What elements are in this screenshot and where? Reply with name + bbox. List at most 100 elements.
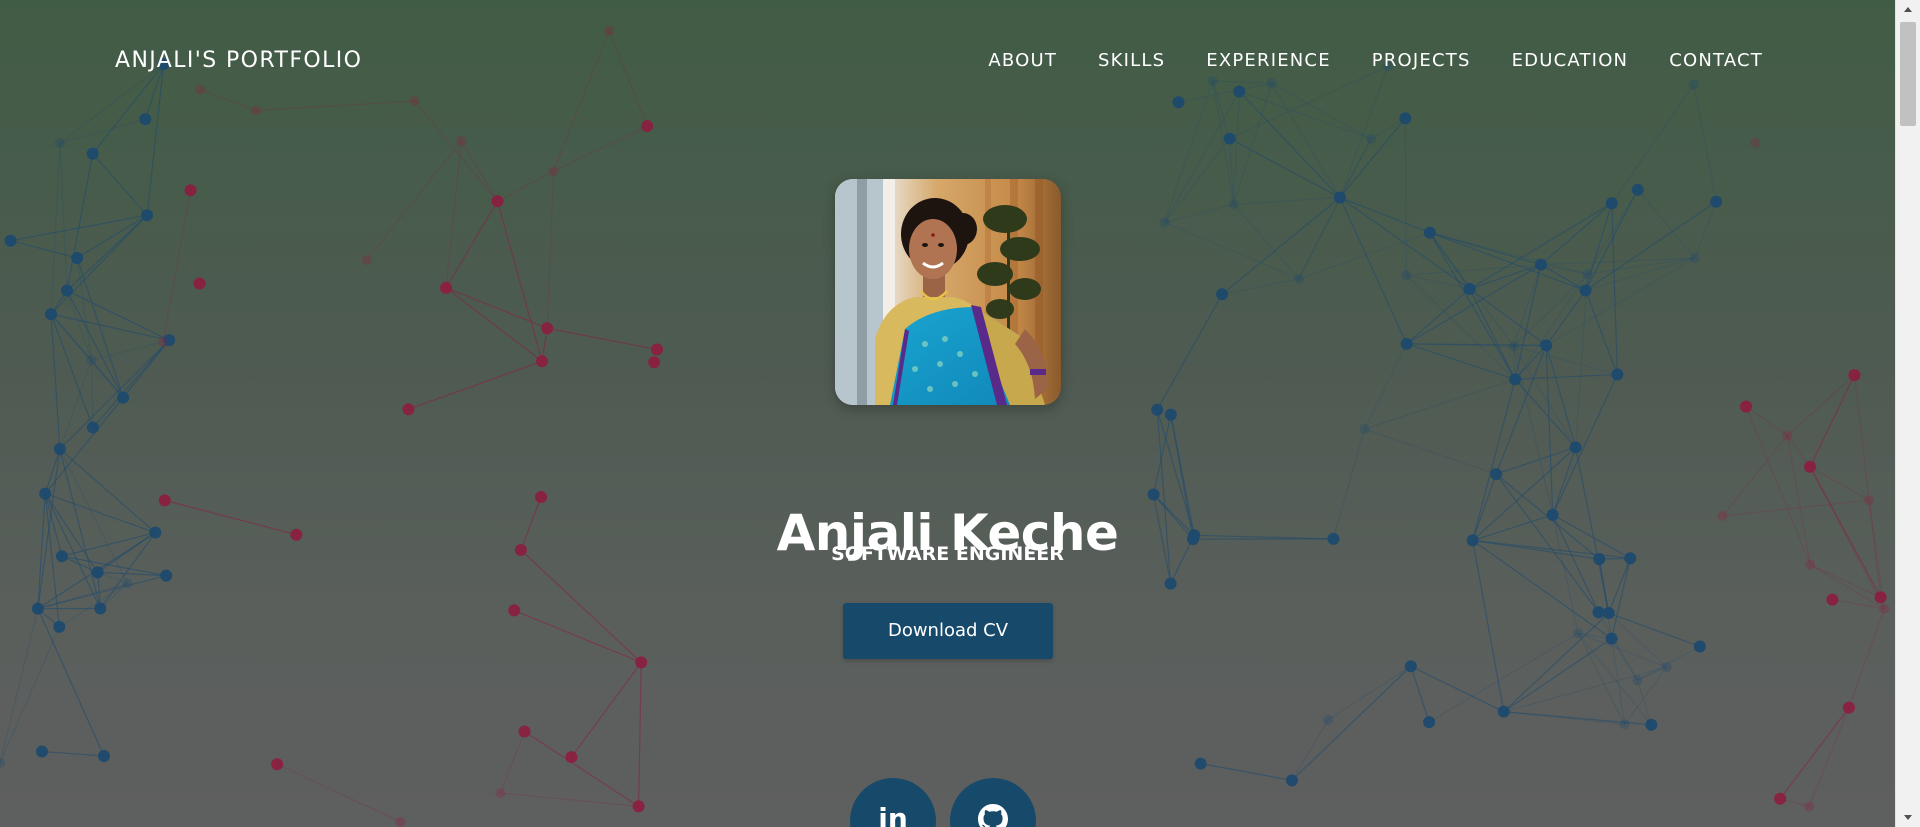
network-line	[1545, 345, 1577, 448]
network-line	[50, 313, 170, 341]
network-line	[59, 118, 146, 144]
network-node	[158, 336, 169, 347]
network-line	[1584, 290, 1618, 375]
network-line	[513, 609, 642, 663]
network-line	[1809, 374, 1856, 467]
network-node	[1164, 577, 1177, 590]
page-scrollbar[interactable]	[1895, 0, 1920, 827]
nav-projects[interactable]: PROJECTS	[1372, 49, 1471, 73]
network-node	[1540, 339, 1553, 352]
network-line	[58, 582, 128, 628]
network-node	[1365, 133, 1376, 144]
network-node	[1423, 716, 1436, 729]
network-line	[92, 339, 170, 428]
network-line	[44, 448, 61, 494]
nav-skills[interactable]: SKILLS	[1098, 49, 1165, 73]
network-node	[495, 788, 506, 799]
network-node	[548, 166, 559, 177]
network-line	[1585, 257, 1695, 292]
network-node	[1848, 369, 1861, 382]
brand-logo[interactable]: ANJALI'S PORTFOLIO	[115, 47, 362, 75]
network-line	[0, 608, 39, 764]
network-node	[1223, 132, 1236, 145]
network-node	[117, 391, 130, 404]
network-node	[1509, 373, 1522, 386]
network-line	[546, 171, 555, 329]
network-node	[1404, 660, 1417, 673]
network-node	[1605, 197, 1618, 210]
network-line	[92, 153, 148, 216]
network-line	[50, 143, 61, 315]
network-line	[91, 339, 170, 361]
network-node	[4, 234, 17, 247]
network-node	[39, 487, 52, 500]
network-line	[1429, 232, 1516, 380]
network-node	[0, 758, 6, 769]
network-node	[160, 569, 173, 582]
network-node	[122, 578, 133, 589]
network-node	[1151, 403, 1164, 416]
network-node	[1423, 226, 1436, 239]
network-node	[54, 138, 65, 149]
nav-experience[interactable]: EXPERIENCE	[1206, 49, 1331, 73]
network-line	[1233, 196, 1340, 205]
network-line	[1406, 288, 1471, 345]
network-line	[1406, 264, 1542, 345]
network-node	[1619, 719, 1630, 730]
scroll-thumb[interactable]	[1900, 22, 1916, 126]
network-node	[535, 355, 548, 368]
network-node	[141, 209, 154, 222]
network-line	[1164, 221, 1300, 280]
network-node	[361, 255, 372, 266]
download-cv-button[interactable]: Download CV	[843, 603, 1053, 659]
nav-about[interactable]: ABOUT	[988, 49, 1057, 73]
network-node	[1573, 628, 1584, 639]
network-node	[184, 184, 197, 197]
network-line	[570, 662, 642, 758]
network-line	[1808, 707, 1850, 807]
scroll-down-arrow-icon[interactable]	[1896, 809, 1920, 825]
network-line	[1472, 540, 1505, 712]
network-line	[1514, 264, 1542, 380]
nav-education[interactable]: EDUCATION	[1512, 49, 1629, 73]
network-node	[1490, 468, 1503, 481]
network-node	[1147, 488, 1160, 501]
network-line	[1291, 665, 1412, 781]
network-node	[1359, 424, 1370, 435]
network-node	[45, 308, 58, 321]
network-line	[1364, 428, 1497, 475]
network-node	[1611, 368, 1624, 381]
network-line	[1611, 638, 1638, 681]
network-line	[1406, 264, 1542, 276]
network-line	[1495, 446, 1576, 475]
network-line	[1221, 278, 1300, 295]
network-node	[91, 566, 104, 579]
network-line	[1339, 117, 1406, 198]
network-node	[193, 277, 206, 290]
network-node	[97, 749, 110, 762]
network-node	[440, 281, 453, 294]
network-node	[395, 816, 406, 827]
network-line	[1515, 373, 1618, 380]
scroll-up-arrow-icon[interactable]	[1896, 2, 1920, 18]
network-node	[1582, 269, 1593, 280]
network-node	[1602, 607, 1615, 620]
network-line	[553, 125, 648, 172]
network-line	[1513, 273, 1588, 347]
network-line	[10, 240, 78, 259]
profile-photo	[835, 179, 1061, 405]
network-line	[1694, 201, 1717, 259]
network-node	[1159, 217, 1170, 228]
network-node	[1774, 792, 1787, 805]
network-node	[1508, 341, 1519, 352]
network-node	[1693, 640, 1706, 653]
network-node	[1333, 191, 1346, 204]
network-line	[1503, 638, 1612, 713]
network-line	[1406, 343, 1516, 380]
network-node	[456, 136, 467, 147]
network-node	[635, 656, 648, 669]
network-line	[460, 140, 498, 202]
network-node	[1710, 195, 1723, 208]
nav-contact[interactable]: CONTACT	[1669, 49, 1763, 73]
network-node	[1592, 606, 1605, 619]
